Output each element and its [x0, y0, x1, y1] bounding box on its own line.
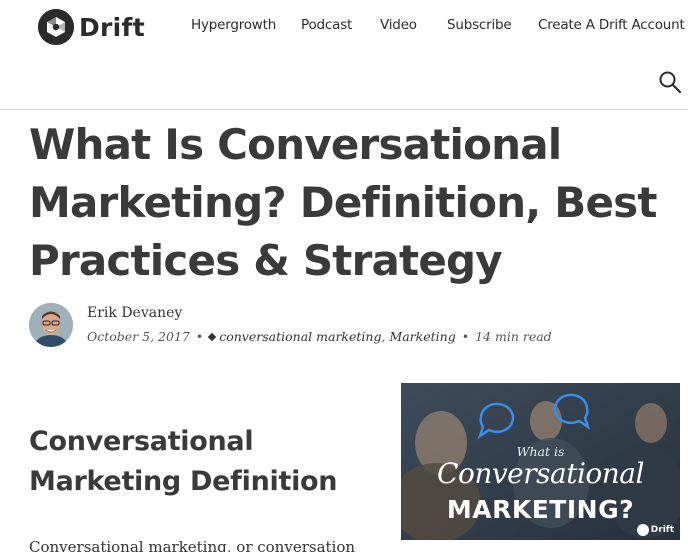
- body-paragraph: Conversational marketing, or conversatio…: [29, 538, 356, 552]
- author-avatar[interactable]: [29, 303, 73, 347]
- meta-separator: •: [461, 329, 470, 344]
- nav-video[interactable]: Video: [380, 17, 417, 33]
- feature-caption-big: MARKETING?: [446, 495, 635, 524]
- nav-subscribe[interactable]: Subscribe: [447, 17, 512, 33]
- category-separator: ,: [381, 329, 386, 344]
- section-heading: Conversational Marketing Definition: [29, 426, 338, 497]
- drift-badge-text: Drift: [650, 525, 674, 535]
- feature-drift-badge: Drift: [636, 524, 674, 536]
- feature-image[interactable]: What is Conversational MARKETING? Drift: [401, 383, 680, 540]
- main-nav: Hypergrowth Podcast Video Subscribe Crea…: [0, 17, 688, 37]
- category-link[interactable]: conversational marketing: [219, 329, 381, 344]
- nav-podcast[interactable]: Podcast: [301, 17, 352, 33]
- category-link[interactable]: Marketing: [389, 329, 455, 344]
- nav-hypergrowth[interactable]: Hypergrowth: [191, 17, 276, 33]
- read-time: 14 min read: [475, 329, 552, 344]
- publish-date: October 5, 2017: [87, 329, 190, 344]
- page-title: What Is Conversational Marketing? Defini…: [29, 120, 657, 285]
- meta-separator: •: [195, 329, 204, 344]
- site-header: Drift Hypergrowth Podcast Video Subscrib…: [0, 0, 688, 110]
- search-icon[interactable]: [658, 70, 682, 94]
- tag-icon: [207, 332, 217, 341]
- author-name[interactable]: Erik Devaney: [87, 305, 182, 321]
- feature-caption-script: Conversational: [437, 457, 644, 490]
- drift-badge-icon: [636, 524, 649, 536]
- article-meta: October 5, 2017 • conversational marketi…: [87, 329, 552, 344]
- nav-create-account[interactable]: Create A Drift Account: [538, 17, 685, 33]
